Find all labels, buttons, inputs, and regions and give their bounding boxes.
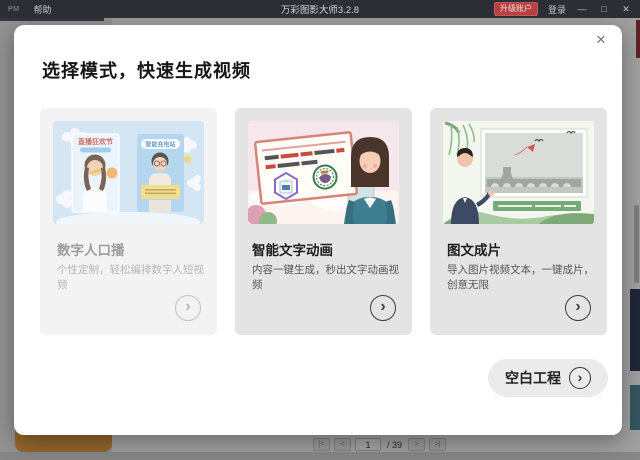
app-logo-icon: PM [8, 6, 20, 13]
dialog-heading: 选择模式，快速生成视频 [42, 57, 251, 83]
card-title: 图文成片 [447, 239, 501, 259]
help-menu[interactable]: 帮助 [34, 3, 52, 16]
arrow-right-icon[interactable]: › [370, 295, 396, 321]
card-text-animation[interactable]: 智能文字动画 内容一键生成，秒出文字动画视频 › [235, 108, 412, 335]
card-image-text-video[interactable]: 图文成片 导入图片视频文本，一键成片，创意无限 › [430, 108, 607, 335]
card-digital-human[interactable]: 直播狂欢节 智能充电站 [40, 108, 217, 335]
card-desc: 个性定制，轻松编排数字人短视频 [57, 262, 209, 292]
card-desc: 内容一键生成，秒出文字动画视频 [252, 262, 404, 292]
svg-text:直播狂欢节: 直播狂欢节 [78, 137, 113, 146]
svg-text:智能充电站: 智能充电站 [145, 141, 175, 149]
text-animation-thumbnail [248, 121, 399, 224]
arrow-right-icon[interactable]: › [175, 295, 201, 321]
card-desc: 导入图片视频文本，一键成片，创意无限 [447, 262, 599, 292]
digital-human-thumbnail: 直播狂欢节 智能充电站 [53, 121, 204, 224]
choose-mode-dialog: ✕ 选择模式，快速生成视频 直播狂欢节 [14, 25, 622, 435]
arrow-right-icon[interactable]: › [565, 295, 591, 321]
digital-human-illustration: 直播狂欢节 智能充电站 [53, 121, 204, 224]
close-icon[interactable]: ✕ [620, 4, 632, 15]
card-title: 数字人口播 [57, 239, 125, 259]
upgrade-account-button[interactable]: 升级账户 [494, 2, 538, 16]
blank-project-label: 空白工程 [505, 368, 561, 388]
image-text-video-illustration [443, 121, 594, 224]
dialog-close-icon[interactable]: ✕ [593, 32, 609, 48]
maximize-icon[interactable]: □ [598, 4, 610, 14]
login-button[interactable]: 登录 [548, 3, 566, 16]
image-text-video-thumbnail [443, 121, 594, 224]
arrow-right-icon: › [569, 367, 591, 389]
card-title: 智能文字动画 [252, 239, 333, 259]
text-animation-illustration [248, 121, 399, 224]
minimize-icon[interactable]: — [576, 4, 588, 14]
titlebar: PM 帮助 万彩图影大师3.2.8 升级账户 登录 — □ ✕ [0, 0, 640, 18]
blank-project-button[interactable]: 空白工程 › [488, 359, 608, 397]
mode-cards: 直播狂欢节 智能充电站 [40, 108, 607, 335]
